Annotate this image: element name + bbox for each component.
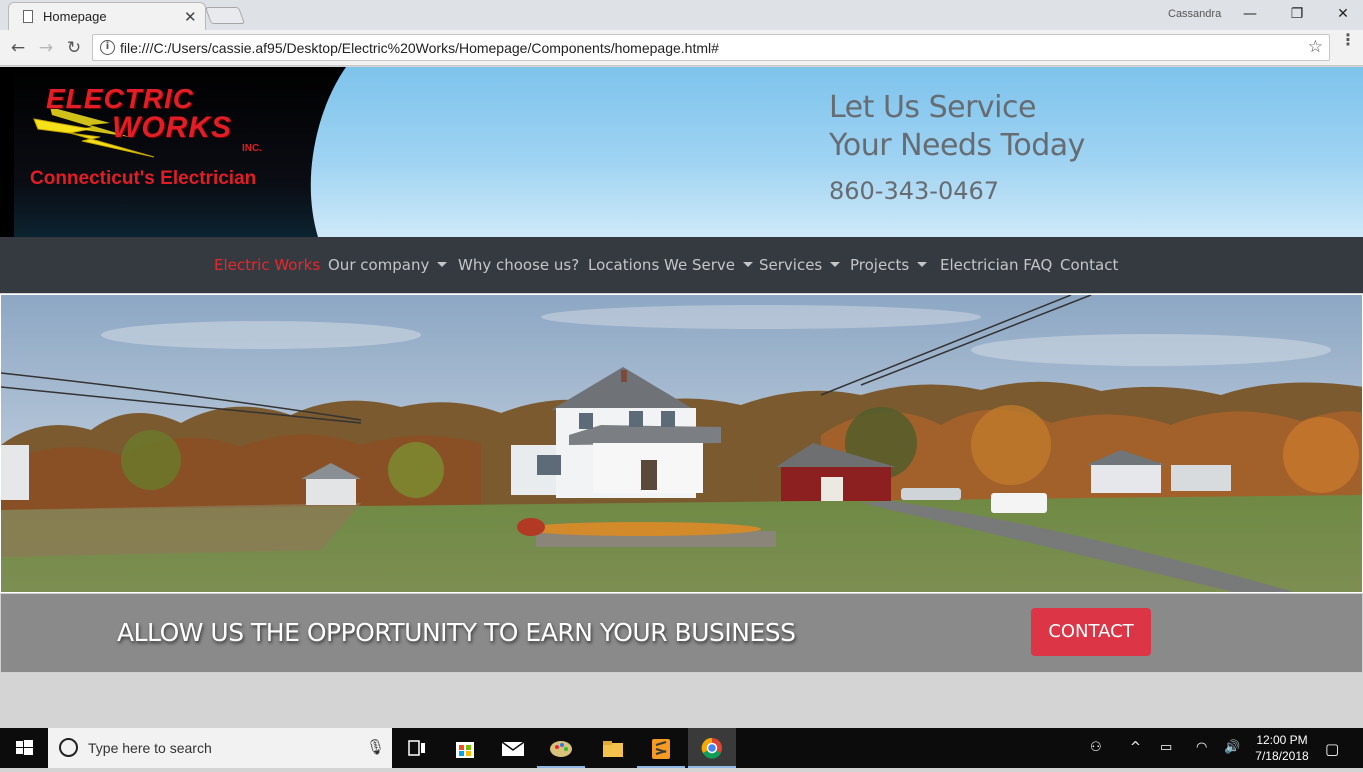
cta-band: ALLOW US THE OPPORTUNITY TO EARN YOUR BU… — [0, 593, 1363, 673]
url-text[interactable]: file:///C:/Users/cassie.af95/Desktop/Ele… — [120, 40, 719, 56]
taskbar-search[interactable]: Type here to search 🎙 — [48, 728, 392, 768]
browser-toolbar: ← → ↻ i file:///C:/Users/cassie.af95/Des… — [0, 30, 1363, 66]
cortana-icon[interactable] — [59, 738, 78, 757]
nav-brand[interactable]: Electric Works — [214, 256, 320, 274]
tab-close-icon[interactable]: ✕ — [184, 8, 197, 26]
nav-item-services[interactable]: Services — [759, 256, 841, 274]
store-icon[interactable] — [441, 728, 489, 768]
windows-logo-icon — [16, 740, 33, 755]
logo-edge — [0, 67, 14, 237]
wifi-icon[interactable]: ◠ — [1196, 740, 1207, 755]
web-page: ELECTRIC WORKS INC. Connecticut's Electr… — [0, 67, 1363, 728]
clock-date: 7/18/2018 — [1255, 749, 1309, 763]
browser-tabstrip: Homepage ✕ Cassandra — ❐ ✕ — [0, 0, 1363, 30]
paint-icon[interactable] — [537, 728, 585, 768]
banner-photo — [0, 294, 1363, 593]
task-view-icon[interactable] — [393, 728, 441, 768]
people-icon[interactable]: ⚇ — [1090, 740, 1102, 755]
bookmark-star-icon[interactable]: ☆ — [1308, 37, 1323, 57]
hero-headline-line1: Let Us Service — [829, 90, 1036, 125]
logo[interactable]: ELECTRIC WORKS INC. Connecticut's Electr… — [0, 67, 360, 237]
nav-item-faq[interactable]: Electrician FAQ — [940, 256, 1052, 274]
forward-button[interactable]: → — [35, 37, 57, 59]
microphone-icon[interactable]: 🎙 — [366, 738, 385, 756]
clock-time: 12:00 PM — [1256, 733, 1308, 747]
tab-title: Homepage — [43, 9, 107, 24]
windows-taskbar: Type here to search 🎙 ⚇ ^ ▭ ◠ 🔊 12:00 PM… — [0, 728, 1363, 768]
cta-text: ALLOW US THE OPPORTUNITY TO EARN YOUR BU… — [117, 618, 796, 647]
caret-down-icon — [830, 262, 841, 267]
caret-down-icon — [743, 262, 753, 267]
chrome-icon[interactable] — [688, 728, 736, 768]
main-navbar: Electric Works Our company Why choose us… — [0, 237, 1363, 293]
logo-text-inc: INC. — [242, 143, 262, 154]
chevron-up-icon[interactable]: ^ — [1130, 740, 1141, 755]
profile-name[interactable]: Cassandra — [1168, 8, 1221, 20]
page-icon — [23, 10, 33, 23]
address-bar[interactable]: i file:///C:/Users/cassie.af95/Desktop/E… — [92, 34, 1330, 61]
restore-button[interactable]: ❐ — [1277, 4, 1317, 24]
browser-menu-icon[interactable]: ⋮ — [1340, 32, 1356, 60]
logo-text-works: WORKS — [112, 111, 232, 144]
phone-number[interactable]: 860-343-0467 — [829, 177, 999, 205]
file-explorer-icon[interactable] — [589, 728, 637, 768]
browser-tab[interactable]: Homepage ✕ — [8, 2, 206, 30]
taskbar-clock[interactable]: 12:00 PM 7/18/2018 — [1254, 732, 1310, 764]
nav-item-label: Our company — [328, 256, 430, 274]
nav-item-label: Why choose us? — [458, 256, 580, 274]
close-window-button[interactable]: ✕ — [1323, 4, 1363, 24]
nav-item-label: Electrician FAQ — [940, 256, 1053, 274]
notifications-icon[interactable]: ▢ — [1325, 740, 1339, 758]
hero-headline-line2: Your Needs Today — [829, 128, 1085, 163]
header-hero: ELECTRIC WORKS INC. Connecticut's Electr… — [0, 67, 1363, 237]
house-landscape-image — [1, 295, 1362, 592]
reload-button[interactable]: ↻ — [63, 37, 85, 59]
nav-item-why-choose-us[interactable]: Why choose us? — [458, 256, 579, 274]
contact-button[interactable]: CONTACT — [1031, 608, 1151, 656]
battery-icon[interactable]: ▭ — [1160, 740, 1172, 755]
logo-tagline: Connecticut's Electrician — [30, 168, 257, 189]
sublime-text-icon[interactable] — [637, 728, 685, 768]
minimize-button[interactable]: — — [1230, 4, 1270, 24]
nav-item-our-company[interactable]: Our company — [328, 256, 448, 274]
nav-item-label: Contact — [1060, 256, 1119, 274]
nav-item-label: Services — [759, 256, 823, 274]
nav-item-contact[interactable]: Contact — [1060, 256, 1118, 274]
info-icon[interactable]: i — [100, 40, 115, 55]
volume-icon[interactable]: 🔊 — [1224, 740, 1240, 755]
caret-down-icon — [917, 262, 928, 267]
hero-headline: Let Us Service Your Needs Today — [829, 89, 1085, 165]
nav-item-label: Locations We Serve — [588, 256, 735, 274]
nav-item-locations[interactable]: Locations We Serve — [588, 256, 753, 274]
back-button[interactable]: ← — [7, 37, 29, 59]
nav-item-label: Projects — [850, 256, 910, 274]
new-tab-button[interactable] — [204, 7, 246, 24]
caret-down-icon — [437, 262, 448, 267]
mail-icon[interactable] — [489, 728, 537, 768]
start-button[interactable] — [0, 728, 48, 768]
nav-item-projects[interactable]: Projects — [850, 256, 928, 274]
search-placeholder[interactable]: Type here to search — [88, 740, 212, 756]
